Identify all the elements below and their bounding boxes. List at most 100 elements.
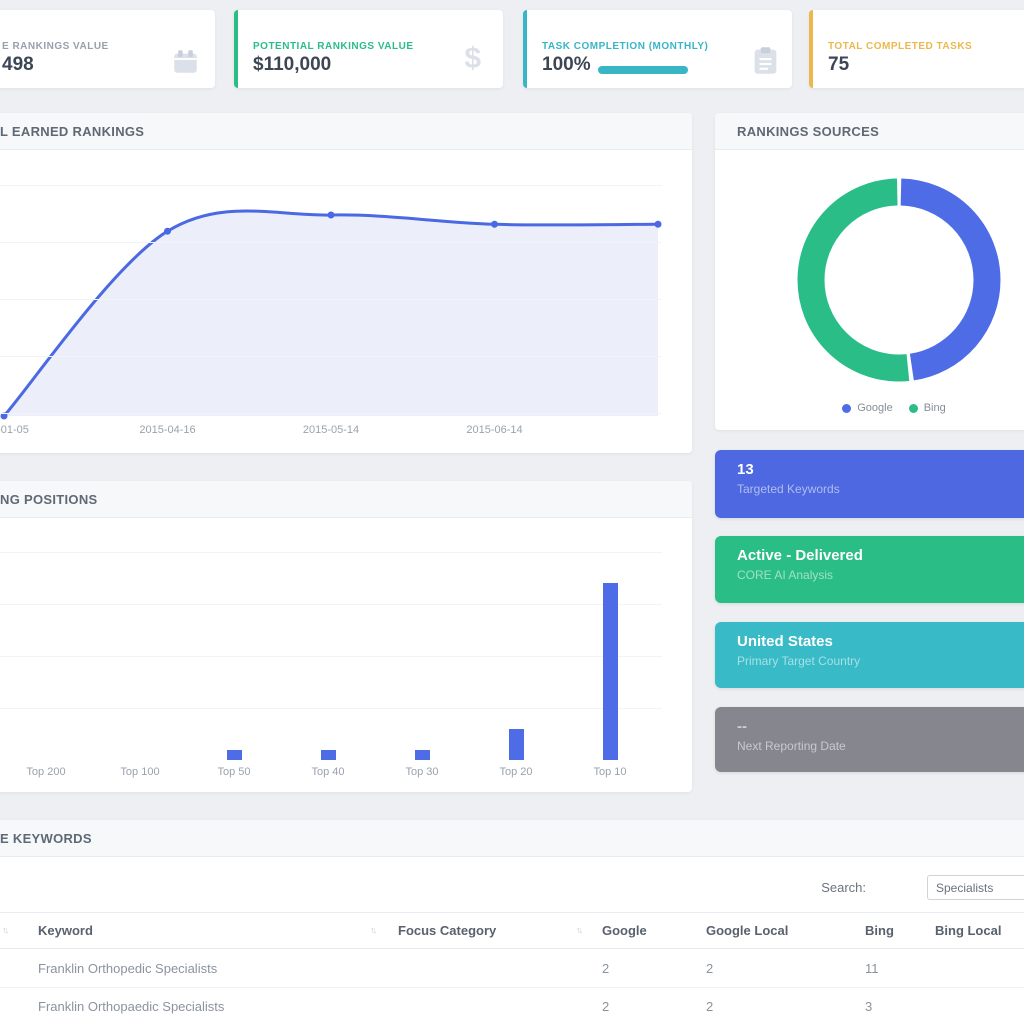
bing-legend-dot	[909, 404, 918, 413]
card-header: L EARNED RANKINGS	[0, 113, 692, 150]
chart-gridline	[0, 242, 662, 243]
cell-bing: 3	[865, 999, 872, 1014]
earned-rankings-title: L EARNED RANKINGS	[0, 124, 144, 139]
info-label: Targeted Keywords	[737, 482, 1023, 496]
earned-rankings-chart: -01-05 2015-04-16 2015-05-14 2015-06-14	[0, 150, 662, 452]
stat-value: 100%	[542, 54, 591, 76]
column-header-google[interactable]: Google	[602, 923, 647, 938]
search-label: Search:	[781, 880, 866, 895]
bar-top-30	[415, 750, 430, 760]
stat-card-rankings-value: E RANKINGS VALUE 498	[0, 10, 215, 88]
chart-gridline	[0, 708, 662, 709]
stat-value: 75	[828, 54, 849, 76]
x-axis-label: Top 50	[217, 766, 250, 778]
sort-icon[interactable]: ↑↓	[370, 925, 375, 935]
info-label: CORE AI Analysis	[737, 568, 1023, 582]
target-country-card: United States Primary Target Country	[715, 622, 1024, 688]
donut-chart	[789, 170, 1009, 390]
clipboard-icon	[753, 46, 778, 75]
legend-label: Bing	[924, 402, 946, 414]
chart-gridline	[0, 656, 662, 657]
x-axis-label: 2015-06-14	[466, 424, 522, 436]
card-accent	[234, 10, 238, 88]
info-value: Active - Delivered	[737, 547, 1023, 564]
stat-value: 498	[2, 54, 34, 76]
legend-item-bing[interactable]: Bing	[909, 402, 946, 414]
stat-label: E RANKINGS VALUE	[2, 41, 109, 52]
core-ai-analysis-card: Active - Delivered CORE AI Analysis	[715, 536, 1024, 603]
cell-google-local: 2	[706, 961, 713, 976]
stat-value: $110,000	[253, 54, 331, 76]
info-value: United States	[737, 633, 1023, 650]
info-label: Primary Target Country	[737, 654, 1023, 668]
line-chart-svg	[0, 150, 662, 452]
x-axis-label: Top 200	[26, 766, 65, 778]
stat-card-potential-value: POTENTIAL RANKINGS VALUE $110,000 $	[234, 10, 503, 88]
calendar-icon	[172, 48, 199, 75]
table-row[interactable]: Franklin Orthopaedic Specialists 2 2 3	[0, 988, 1024, 1024]
chart-gridline	[0, 552, 662, 553]
cell-google: 2	[602, 961, 609, 976]
bar-top-50	[227, 750, 242, 760]
dollar-icon: $	[464, 42, 481, 76]
x-axis-label: Top 10	[593, 766, 626, 778]
x-axis-label: 2015-05-14	[303, 424, 359, 436]
next-reporting-date-card: -- Next Reporting Date	[715, 707, 1024, 772]
cell-google: 2	[602, 999, 609, 1014]
card-accent	[809, 10, 813, 88]
table-header-row: ↑↓ Keyword ↑↓ Focus Category ↑↓ Google G…	[0, 912, 1024, 949]
x-axis-label: Top 30	[405, 766, 438, 778]
card-header: NG POSITIONS	[0, 481, 692, 518]
cell-keyword: Franklin Orthopedic Specialists	[38, 961, 217, 976]
x-axis-label: 2015-04-16	[139, 424, 195, 436]
x-axis-label: -01-05	[0, 424, 29, 436]
targeted-keywords-card: 13 Targeted Keywords	[715, 450, 1024, 518]
bar-top-10	[603, 583, 618, 760]
info-label: Next Reporting Date	[737, 739, 1023, 753]
chart-gridline	[0, 604, 662, 605]
card-header: RANKINGS SOURCES	[715, 113, 1024, 150]
task-progress-bar	[598, 66, 688, 74]
stat-label: TASK COMPLETION (MONTHLY)	[542, 41, 708, 52]
keywords-table-body: Franklin Orthopedic Specialists 2 2 11 F…	[0, 950, 1024, 1024]
search-input[interactable]	[927, 875, 1024, 900]
stat-label: POTENTIAL RANKINGS VALUE	[253, 41, 414, 52]
bar-top-40	[321, 750, 336, 760]
column-header-keyword[interactable]: Keyword	[38, 923, 93, 938]
chart-gridline	[0, 356, 662, 357]
ranking-positions-title: NG POSITIONS	[0, 492, 98, 507]
column-header-google-local[interactable]: Google Local	[706, 923, 788, 938]
donut-legend: Google Bing	[715, 402, 1024, 414]
keywords-card: E KEYWORDS Search: ↑↓ Keyword ↑↓ Focus C…	[0, 820, 1024, 1024]
chart-gridline	[0, 185, 662, 186]
ranking-positions-chart: Top 200 Top 100 Top 50 Top 40 Top 30 Top 20 To…	[0, 518, 662, 792]
stat-card-task-completion: TASK COMPLETION (MONTHLY) 100%	[523, 10, 792, 88]
info-value: --	[737, 718, 1023, 735]
dashboard-page: E RANKINGS VALUE 498 POTENTIAL RANKINGS …	[0, 0, 1024, 1024]
search-row: Search:	[0, 875, 1024, 901]
info-value: 13	[737, 461, 1023, 478]
cell-google-local: 2	[706, 999, 713, 1014]
card-header: E KEYWORDS	[0, 820, 1024, 857]
rankings-sources-title: RANKINGS SOURCES	[737, 124, 879, 139]
x-axis-label: Top 40	[311, 766, 344, 778]
chart-gridline	[0, 299, 662, 300]
x-axis-label: Top 100	[120, 766, 159, 778]
table-row[interactable]: Franklin Orthopedic Specialists 2 2 11	[0, 950, 1024, 988]
chart-gridline	[0, 413, 662, 414]
rankings-sources-card: RANKINGS SOURCES Google Bing	[715, 113, 1024, 430]
column-header-bing[interactable]: Bing	[865, 923, 894, 938]
google-legend-dot	[842, 404, 851, 413]
keywords-title: E KEYWORDS	[0, 831, 92, 846]
stat-label: TOTAL COMPLETED TASKS	[828, 41, 972, 52]
cell-bing: 11	[865, 961, 879, 976]
sort-icon[interactable]: ↑↓	[2, 925, 7, 935]
sort-icon[interactable]: ↑↓	[576, 925, 581, 935]
legend-label: Google	[857, 402, 892, 414]
bar-top-20	[509, 729, 524, 760]
column-header-bing-local[interactable]: Bing Local	[935, 923, 1001, 938]
legend-item-google[interactable]: Google	[842, 402, 892, 414]
column-header-focus-category[interactable]: Focus Category	[398, 923, 496, 938]
x-axis-label: Top 20	[499, 766, 532, 778]
cell-keyword: Franklin Orthopaedic Specialists	[38, 999, 224, 1014]
